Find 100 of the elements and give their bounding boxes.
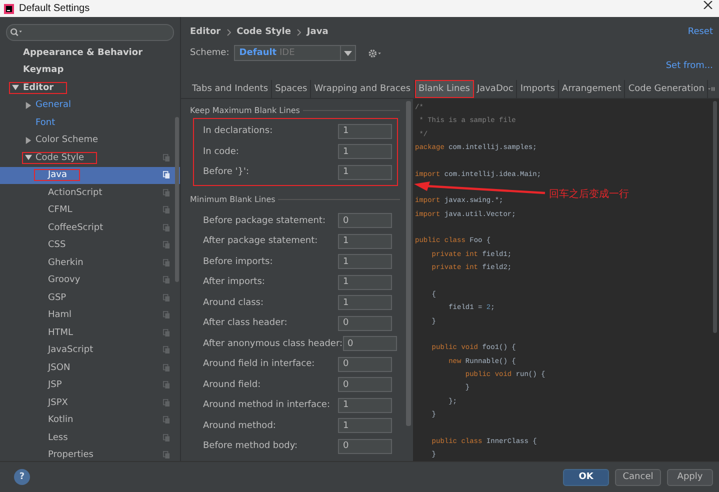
- field-label: After class header:: [203, 318, 288, 328]
- annotation-text: 回车之后变成一行: [549, 188, 629, 201]
- tree-item[interactable]: Java: [0, 166, 180, 184]
- tab[interactable]: Spaces: [272, 80, 312, 98]
- number-field[interactable]: 1: [338, 234, 392, 249]
- tree-item[interactable]: Less: [0, 429, 180, 446]
- breadcrumb-item: Code Style: [236, 27, 291, 37]
- item-label: Haml: [48, 310, 72, 320]
- expanded-arrow-icon[interactable]: [24, 154, 32, 162]
- item-label: Font: [36, 118, 56, 128]
- help-button[interactable]: ?: [14, 469, 30, 485]
- item-label: Color Scheme: [36, 135, 98, 146]
- item-label: Gherkin: [48, 258, 84, 268]
- item-label: Editor: [23, 82, 54, 93]
- tree-item[interactable]: Kotlin: [0, 412, 180, 429]
- field-label: In code:: [203, 146, 239, 157]
- item-label: Properties: [48, 450, 94, 460]
- tree-item[interactable]: GSP: [0, 289, 180, 306]
- breadcrumb-item: Java: [306, 27, 328, 37]
- dialog-button[interactable]: OK: [563, 468, 609, 486]
- field-label: After imports:: [203, 277, 265, 288]
- scrollbar[interactable]: [406, 101, 411, 426]
- tree-item[interactable]: JSPX: [0, 394, 180, 412]
- dialog-button[interactable]: Apply: [667, 468, 713, 486]
- tree-item[interactable]: Color Scheme: [0, 132, 180, 149]
- number-field[interactable]: 0: [338, 316, 392, 331]
- section-title: Minimum Blank Lines: [190, 195, 276, 204]
- field-label: After anonymous class header:: [203, 338, 343, 349]
- number-field[interactable]: 1: [338, 254, 392, 270]
- tree-item[interactable]: JSP: [0, 376, 180, 394]
- item-label: Code Style: [36, 152, 84, 163]
- item-label: CSS: [48, 240, 66, 250]
- tab-menu-icon[interactable]: [708, 84, 716, 92]
- item-label: Appearance & Behavior: [23, 48, 143, 58]
- set-from-link[interactable]: Set from...: [666, 61, 713, 74]
- item-label: CFML: [48, 205, 72, 216]
- tree-item[interactable]: CFML: [0, 202, 180, 219]
- item-label: Groovy: [48, 275, 80, 286]
- number-field[interactable]: 1: [338, 274, 392, 290]
- search-field[interactable]: [6, 24, 174, 41]
- tree-item[interactable]: Appearance & Behavior: [0, 44, 180, 62]
- scheme-label: Scheme:: [190, 48, 230, 58]
- item-label: CoffeeScript: [48, 222, 104, 233]
- number-field[interactable]: 1: [338, 418, 392, 434]
- chevron-icon: [296, 28, 301, 36]
- scrollbar[interactable]: [713, 101, 717, 333]
- tree-item[interactable]: JSON: [0, 359, 180, 376]
- item-label: JSPX: [48, 398, 68, 408]
- field-label: After package statement:: [203, 236, 318, 246]
- tab[interactable]: Imports: [517, 80, 559, 98]
- tab[interactable]: Tabs and Indents: [189, 80, 272, 98]
- tree-item[interactable]: General: [0, 96, 180, 114]
- tab[interactable]: Arrangement: [558, 80, 626, 98]
- field-label: Around method:: [203, 420, 276, 431]
- tree-item[interactable]: Editor: [0, 79, 180, 96]
- dialog-button[interactable]: Cancel: [615, 468, 661, 486]
- tree-item[interactable]: JavaScript: [0, 342, 180, 359]
- tree-item[interactable]: CSS: [0, 236, 180, 254]
- number-field[interactable]: 0: [338, 377, 392, 392]
- number-field[interactable]: 1: [338, 144, 392, 160]
- field-label: Around field:: [203, 380, 261, 390]
- number-field[interactable]: 0: [338, 213, 392, 228]
- expanded-arrow-icon[interactable]: [12, 84, 19, 92]
- number-field[interactable]: 0: [342, 336, 397, 352]
- tab[interactable]: JavaDoc: [474, 80, 518, 98]
- field-label: Around class:: [203, 298, 264, 308]
- field-label: Around field in interface:: [203, 359, 315, 370]
- number-field[interactable]: 0: [338, 438, 392, 454]
- tree-item[interactable]: Font: [0, 114, 180, 132]
- collapsed-arrow-icon[interactable]: [24, 102, 32, 109]
- item-label: JSP: [48, 380, 62, 390]
- tab[interactable]: Blank Lines: [414, 80, 474, 98]
- tree-item[interactable]: Groovy: [0, 272, 180, 289]
- number-field[interactable]: 1: [338, 124, 392, 139]
- number-field[interactable]: 1: [338, 398, 392, 413]
- number-field[interactable]: 1: [338, 164, 392, 180]
- number-field[interactable]: 0: [338, 356, 392, 372]
- close-icon[interactable]: [703, 1, 713, 9]
- field-label: Around method in interface:: [203, 400, 330, 410]
- section-title: Keep Maximum Blank Lines: [190, 106, 300, 114]
- tree-item[interactable]: Keymap: [0, 62, 180, 79]
- reset-link[interactable]: Reset: [688, 27, 713, 37]
- item-label: Kotlin: [48, 415, 74, 426]
- item-label: HTML: [48, 328, 74, 338]
- collapsed-arrow-icon[interactable]: [24, 136, 32, 144]
- tree-item[interactable]: Code Style: [0, 149, 180, 166]
- field-label: Before method body:: [203, 441, 298, 452]
- search-icon: [10, 28, 23, 37]
- tree-item[interactable]: Haml: [0, 306, 180, 324]
- breadcrumb-item: Editor: [190, 27, 221, 37]
- settings-icon[interactable]: [367, 48, 382, 58]
- tree-item[interactable]: ActionScript: [0, 184, 180, 202]
- tree-item[interactable]: Gherkin: [0, 254, 180, 272]
- tree-item[interactable]: CoffeeScript: [0, 219, 180, 236]
- item-label: GSP: [48, 292, 66, 303]
- tree-item[interactable]: HTML: [0, 324, 180, 342]
- field-label: Before '}':: [203, 167, 249, 178]
- tree-item[interactable]: Properties: [0, 446, 180, 461]
- number-field[interactable]: 1: [338, 295, 392, 310]
- tab[interactable]: Code Generation: [625, 80, 708, 98]
